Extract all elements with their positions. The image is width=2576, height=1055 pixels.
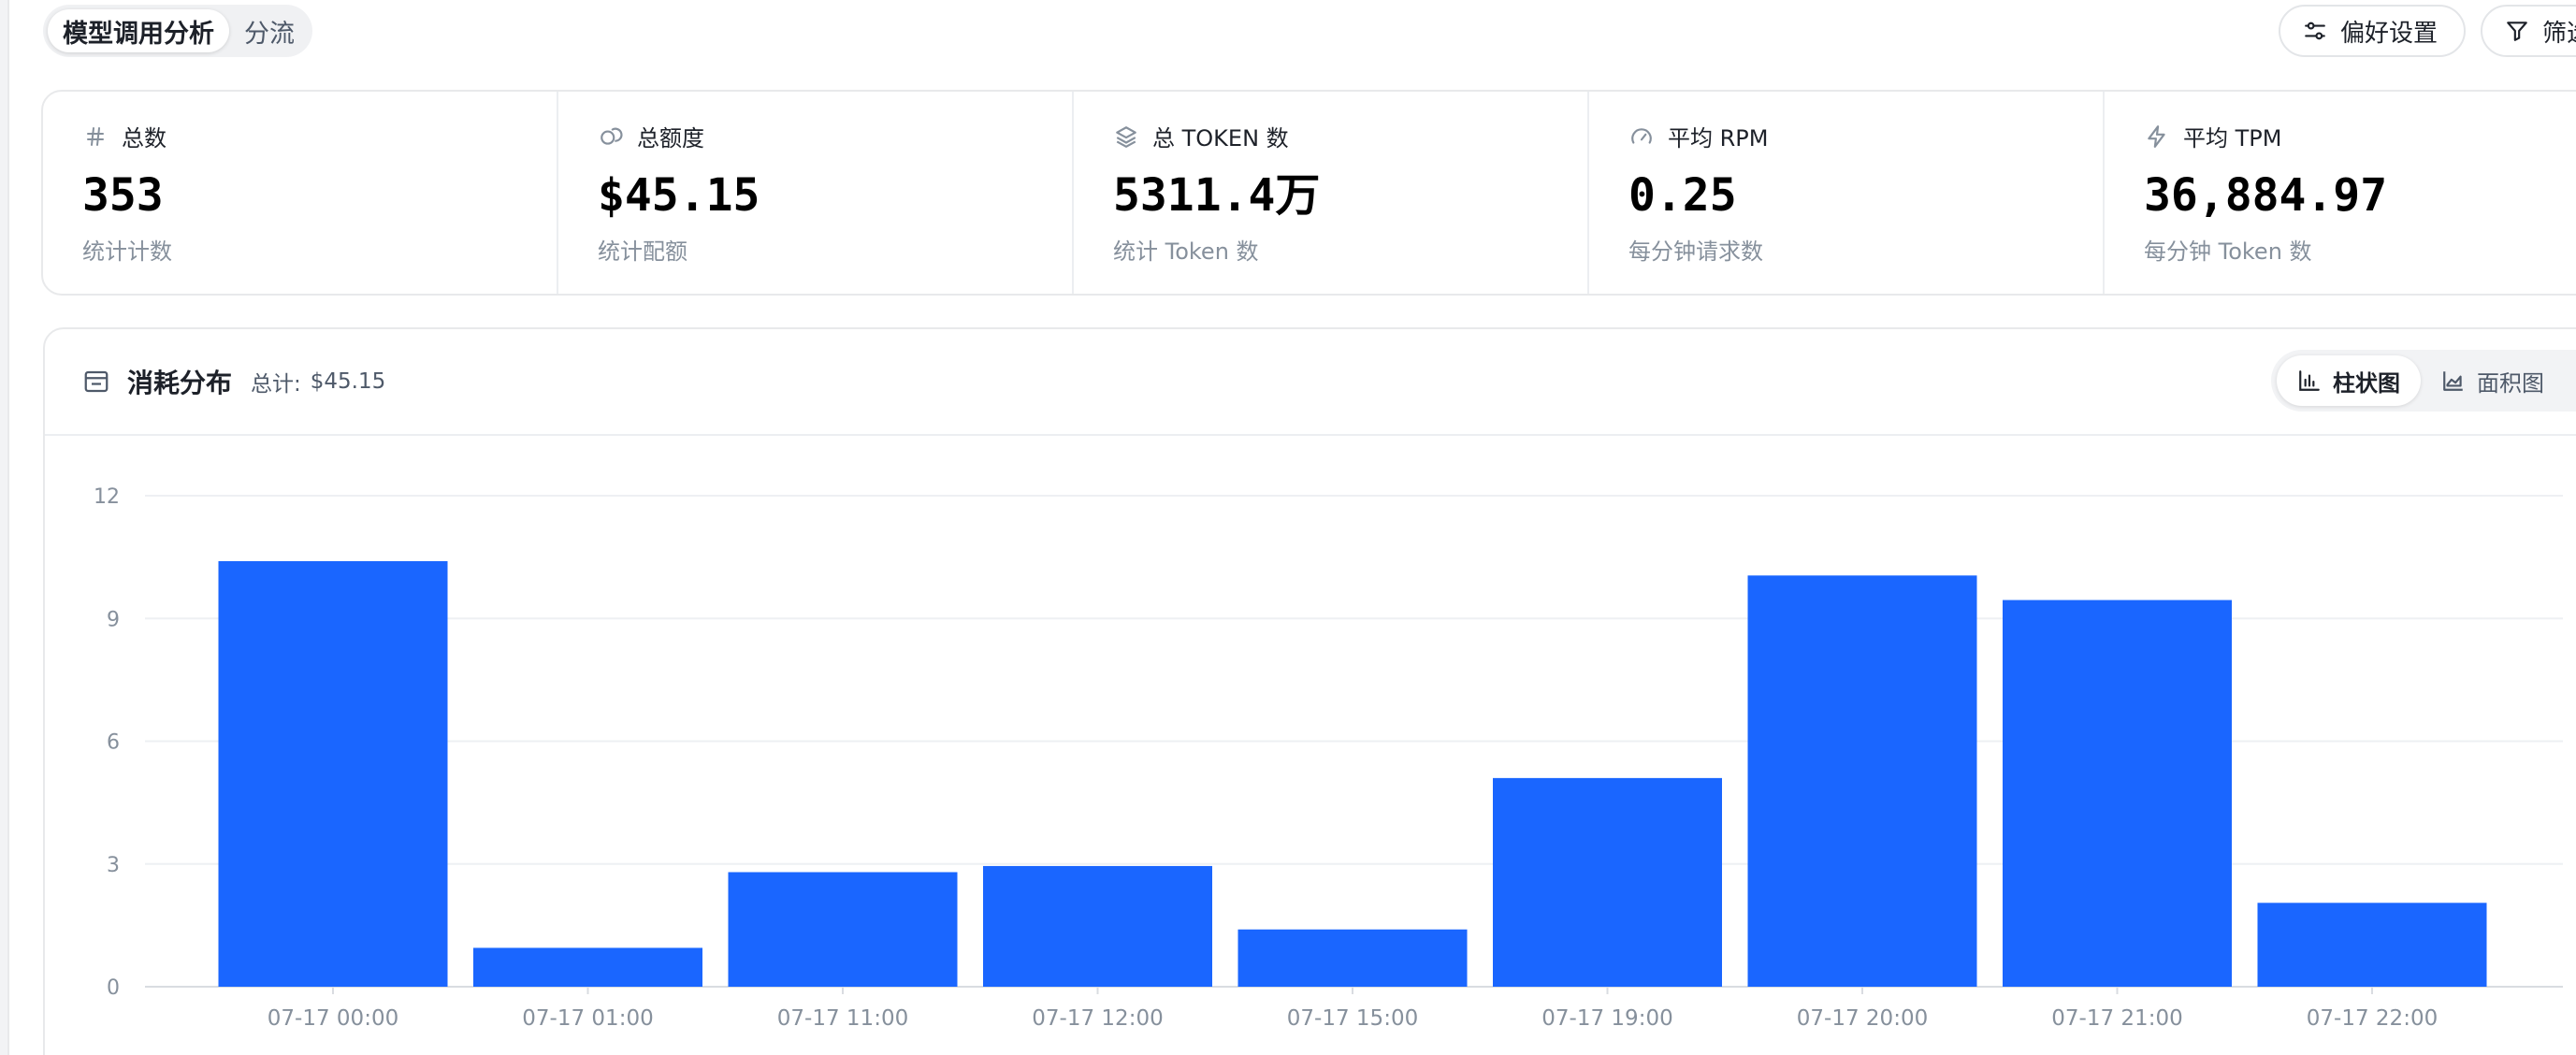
preferences-label: 偏好设置 <box>2340 19 2439 48</box>
gauge-icon <box>1628 123 1655 150</box>
tab-model-call-analysis[interactable]: 模型调用分析 <box>48 9 229 52</box>
hash-icon <box>82 123 109 150</box>
stat-subtitle: 统计 Token 数 <box>1113 238 1259 265</box>
stat-subtitle: 统计计数 <box>82 238 172 265</box>
stat-value: 5311.4万 <box>1113 169 1321 222</box>
filter-label: 筛选 <box>2542 19 2576 48</box>
bolt-icon <box>2144 123 2170 150</box>
wallet-icon <box>84 370 109 393</box>
chart-header: 消耗分布 总计: $45.15 柱状图 面积图 <box>45 329 2576 436</box>
stat-total-count: 总数 353 统计计数 <box>43 92 558 294</box>
stats-card: 总数 353 统计计数 总额度 $45.15 统计配额 总 TOKEN 数 53… <box>41 90 2576 296</box>
area-chart-toggle[interactable]: 面积图 <box>2421 355 2565 406</box>
chart-type-toggle: 柱状图 面积图 <box>2271 350 2576 412</box>
filter-button[interactable]: 筛选 <box>2481 5 2576 57</box>
area-chart-icon <box>2443 371 2463 391</box>
filter-icon <box>2507 22 2527 41</box>
stat-total-quota: 总额度 $45.15 统计配额 <box>558 92 1074 294</box>
stat-title: 总额度 <box>637 125 704 152</box>
stat-title: 平均 RPM <box>1668 125 1769 152</box>
area-chart-label: 面积图 <box>2477 369 2544 397</box>
left-edge-divider <box>0 0 9 1055</box>
coins-icon <box>598 123 624 150</box>
stat-subtitle: 每分钟请求数 <box>1628 238 1763 265</box>
stat-value: 353 <box>82 169 164 222</box>
stat-title: 总 TOKEN 数 <box>1152 125 1289 152</box>
consumption-chart-card: 消耗分布 总计: $45.15 柱状图 面积图 <box>43 327 2576 1055</box>
stat-value: 0.25 <box>1628 169 1737 222</box>
stat-total-tokens: 总 TOKEN 数 5311.4万 统计 Token 数 <box>1074 92 1589 294</box>
bar-chart-label: 柱状图 <box>2333 369 2400 397</box>
stat-value: $45.15 <box>598 169 760 222</box>
app-root: 模型调用分析 分流 偏好设置 筛选 总数 353 统计计数 <box>0 0 2576 1055</box>
bar-chart-toggle[interactable]: 柱状图 <box>2277 355 2421 406</box>
tab-split-flow[interactable]: 分流 <box>229 9 310 52</box>
chart-title: 消耗分布 <box>127 368 233 398</box>
stat-title: 总数 <box>122 125 166 152</box>
analysis-tabs: 模型调用分析 分流 <box>43 5 312 57</box>
preferences-button[interactable]: 偏好设置 <box>2279 5 2466 57</box>
stat-average-tpm: 平均 TPM 36,884.97 每分钟 Token 数 <box>2105 92 2576 294</box>
layers-icon <box>1113 123 1139 150</box>
chart-total-value: $45.15 <box>310 369 386 394</box>
stat-average-rpm: 平均 RPM 0.25 每分钟请求数 <box>1589 92 2105 294</box>
stat-value: 36,884.97 <box>2144 169 2388 222</box>
sliders-icon <box>2305 22 2325 40</box>
bar-chart-icon <box>2299 370 2320 391</box>
stat-subtitle: 每分钟 Token 数 <box>2144 238 2312 265</box>
chart-total-label: 总计: <box>251 372 301 397</box>
stat-subtitle: 统计配额 <box>598 238 687 265</box>
stat-title: 平均 TPM <box>2183 125 2282 152</box>
